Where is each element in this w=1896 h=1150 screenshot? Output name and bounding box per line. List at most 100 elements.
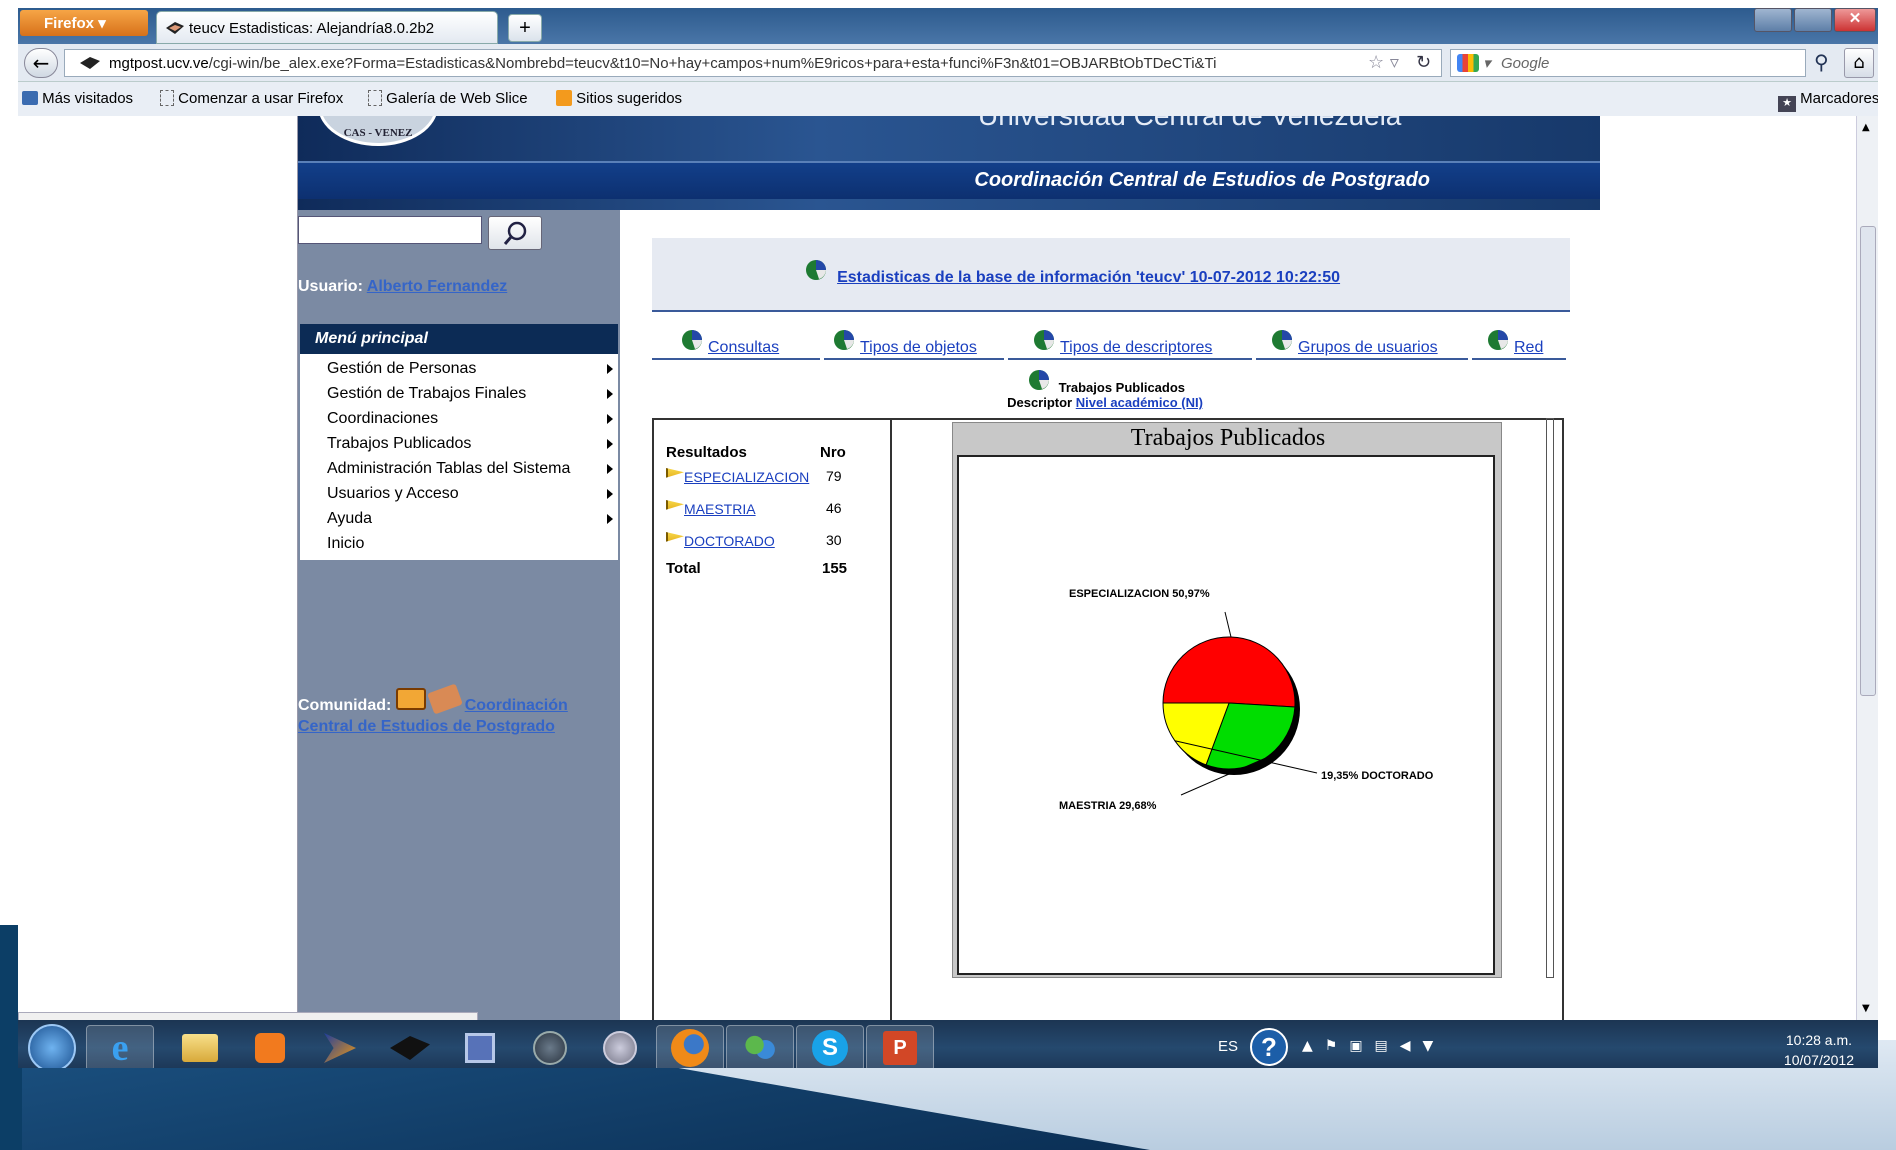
alejandria-icon bbox=[390, 1036, 430, 1060]
media-player-icon bbox=[255, 1033, 285, 1063]
page-scrollbar[interactable]: ▲ ▼ bbox=[1856, 116, 1878, 1020]
messenger-icon bbox=[742, 1033, 778, 1063]
start-button[interactable] bbox=[28, 1024, 76, 1068]
scroll-up-icon[interactable]: ▲ bbox=[1862, 122, 1870, 133]
language-indicator[interactable]: ES bbox=[1218, 1038, 1238, 1055]
pie-leader-line bbox=[1224, 611, 1232, 638]
taskbar-media[interactable] bbox=[236, 1025, 304, 1068]
taskbar-messenger[interactable] bbox=[726, 1025, 794, 1068]
search-box[interactable]: ▾ Google bbox=[1450, 49, 1806, 77]
chart-frame: Trabajos Publicados ESPECIALIZACION 50,9… bbox=[952, 422, 1502, 978]
stats-title-link[interactable]: Estadisticas de la base de información '… bbox=[837, 269, 1340, 286]
bookmark-label: Comenzar a usar Firefox bbox=[178, 90, 344, 107]
pie-chart-icon bbox=[1028, 370, 1049, 390]
main-menu-title: Menú principal bbox=[300, 324, 618, 354]
pie-chart-icon bbox=[682, 330, 702, 350]
submenu-arrow-icon bbox=[607, 514, 613, 524]
taskbar-alejandria[interactable] bbox=[376, 1025, 444, 1068]
result-count: 46 bbox=[826, 500, 842, 516]
back-button[interactable]: ← bbox=[24, 48, 58, 78]
bookmarks-menu-button[interactable]: ★ Marcadores bbox=[1778, 90, 1878, 112]
folder-icon bbox=[22, 91, 38, 105]
bookmark-mas-visitados[interactable]: Más visitados bbox=[22, 90, 133, 107]
bookmark-label: Más visitados bbox=[42, 90, 134, 107]
page-icon bbox=[160, 90, 174, 106]
menu-item-coordinaciones[interactable]: Coordinaciones bbox=[327, 410, 613, 428]
taskbar-app-arrow[interactable] bbox=[306, 1025, 374, 1068]
taskbar-firefox[interactable] bbox=[656, 1025, 724, 1068]
stats-nav: Consultas Tipos de objetos Tipos de desc… bbox=[652, 320, 1570, 360]
firefox-menu-button[interactable]: Firefox ▾ bbox=[20, 10, 148, 36]
seal-text: CAS - VENEZ bbox=[343, 127, 413, 139]
help-icon[interactable]: ? bbox=[1250, 1028, 1288, 1066]
taskbar-globe-1[interactable] bbox=[516, 1025, 584, 1068]
pie-label-doctorado: 19,35% DOCTORADO bbox=[1321, 770, 1434, 782]
bookmark-label: Sitios sugeridos bbox=[576, 90, 683, 107]
taskbar-ie[interactable]: e bbox=[86, 1025, 154, 1068]
usuario-link[interactable]: Alberto Fernandez bbox=[367, 278, 507, 295]
site-search-button[interactable] bbox=[488, 216, 542, 250]
menu-item-gestion-trabajos[interactable]: Gestión de Trabajos Finales bbox=[327, 385, 613, 403]
firefox-menu-label: Firefox bbox=[44, 15, 95, 32]
menu-item-gestion-personas[interactable]: Gestión de Personas bbox=[327, 360, 613, 378]
usuario-label: Usuario: bbox=[298, 278, 363, 295]
submenu-arrow-icon bbox=[607, 414, 613, 424]
new-tab-button[interactable]: + bbox=[508, 14, 542, 42]
scroll-down-icon[interactable]: ▼ bbox=[1862, 1003, 1870, 1014]
system-clock[interactable]: 10:28 a.m. 10/07/2012 bbox=[1784, 1030, 1854, 1068]
powerpoint-icon: P bbox=[883, 1031, 917, 1065]
search-placeholder: Google bbox=[1501, 55, 1550, 72]
globe-icon bbox=[533, 1031, 567, 1065]
taskbar-window-app[interactable] bbox=[446, 1025, 514, 1068]
result-link-maestria[interactable]: MAESTRIA bbox=[684, 501, 756, 517]
bookmark-star-icon[interactable]: ☆ ▿ bbox=[1368, 52, 1399, 73]
bookmark-sitios[interactable]: Sitios sugeridos bbox=[556, 90, 682, 107]
taskbar-skype[interactable]: S bbox=[796, 1025, 864, 1068]
search-icon[interactable]: ⚲ bbox=[1814, 50, 1829, 74]
bookmarks-menu-label: Marcadores bbox=[1800, 90, 1878, 107]
menu-item-label: Coordinaciones bbox=[327, 410, 439, 427]
magnifier-icon bbox=[503, 221, 527, 245]
result-link-especializacion[interactable]: ESPECIALIZACION bbox=[684, 469, 809, 485]
descriptor-link[interactable]: Nivel académico (NI) bbox=[1076, 395, 1203, 410]
taskbar-explorer[interactable] bbox=[166, 1025, 234, 1068]
tray-icons: ▲⚑▣▤◀▼ bbox=[1302, 1038, 1446, 1054]
scroll-thumb[interactable] bbox=[1860, 226, 1876, 696]
menu-item-inicio[interactable]: Inicio bbox=[327, 535, 613, 553]
maximize-button[interactable] bbox=[1794, 8, 1832, 32]
menu-item-ayuda[interactable]: Ayuda bbox=[327, 510, 613, 528]
bookmark-comenzar[interactable]: Comenzar a usar Firefox bbox=[160, 90, 343, 107]
menu-item-usuarios-acceso[interactable]: Usuarios y Acceso bbox=[327, 485, 613, 503]
submenu-arrow-icon bbox=[607, 389, 613, 399]
reload-icon[interactable]: ↻ bbox=[1416, 52, 1432, 73]
close-button[interactable]: ✕ bbox=[1834, 8, 1876, 32]
tab-active[interactable]: teucv Estadisticas: Alejandría8.0.2b2 bbox=[156, 11, 498, 44]
taskbar-powerpoint[interactable]: P bbox=[866, 1025, 934, 1068]
site-search-input[interactable] bbox=[298, 216, 482, 244]
nav-label: Tipos de descriptores bbox=[1060, 339, 1213, 356]
back-arrow-icon: ← bbox=[32, 51, 50, 75]
result-link-doctorado[interactable]: DOCTORADO bbox=[684, 533, 775, 549]
url-bar[interactable]: mgtpost.ucv.ve/cgi-win/be_alex.exe?Forma… bbox=[64, 49, 1442, 77]
tag-icon[interactable] bbox=[427, 683, 464, 715]
taskbar-globe-2[interactable] bbox=[586, 1025, 654, 1068]
menu-item-trabajos-publicados[interactable]: Trabajos Publicados bbox=[327, 435, 613, 453]
newsletter-icon[interactable] bbox=[395, 688, 426, 710]
nav-tipos-descriptores[interactable]: Tipos de descriptores bbox=[1008, 320, 1252, 360]
chart-scrollbar[interactable] bbox=[1546, 418, 1554, 978]
nav-consultas[interactable]: Consultas bbox=[652, 320, 820, 360]
home-icon[interactable]: ⌂ bbox=[1844, 48, 1874, 78]
menu-item-administracion[interactable]: Administración Tablas del Sistema bbox=[327, 460, 613, 478]
chevron-down-icon: ▾ bbox=[98, 15, 106, 32]
menu-item-label: Ayuda bbox=[327, 510, 373, 527]
nav-tipos-objetos[interactable]: Tipos de objetos bbox=[824, 320, 1004, 360]
site-identity-icon bbox=[80, 57, 100, 69]
chart-canvas: ESPECIALIZACION 50,97% MAESTRIA 29,68% 19,… bbox=[957, 455, 1495, 975]
nav-grupos-usuarios[interactable]: Grupos de usuarios bbox=[1256, 320, 1468, 360]
page-viewport: CAS - VENEZ Universidad Central de Venez… bbox=[18, 116, 1878, 1020]
menu-item-label: Gestión de Personas bbox=[327, 360, 477, 377]
table-row: ESPECIALIZACION 79 bbox=[666, 468, 876, 486]
nav-red[interactable]: Red bbox=[1472, 320, 1566, 360]
minimize-button[interactable] bbox=[1754, 8, 1792, 32]
bookmark-galeria[interactable]: Galería de Web Slice bbox=[368, 90, 528, 107]
